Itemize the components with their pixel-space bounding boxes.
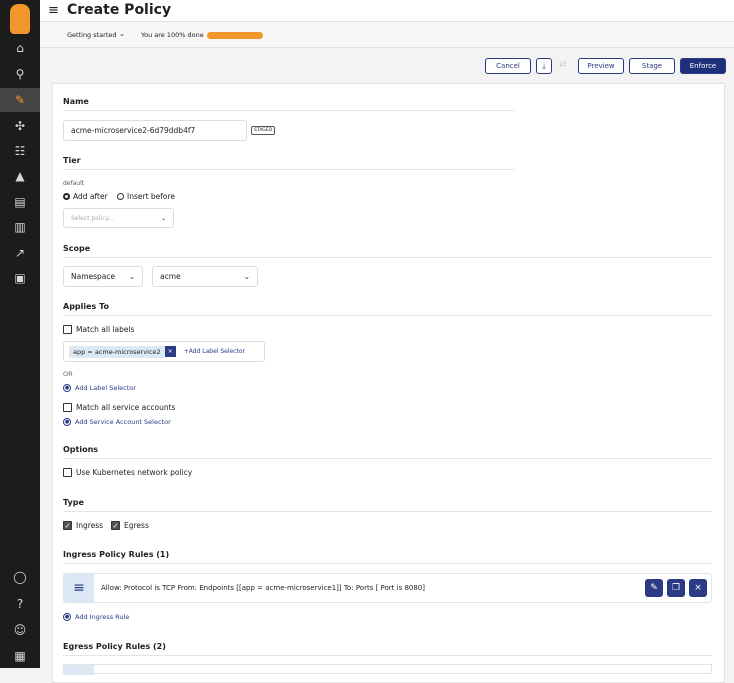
scope-heading: Scope [63, 244, 91, 253]
copy-rule-button[interactable]: ❐ [667, 579, 685, 597]
box-icon[interactable]: ▣ [0, 266, 40, 290]
ingress-rule-row[interactable]: ≡ Allow: Protocol is TCP From: Endpoints… [63, 573, 712, 603]
drag-handle-icon[interactable] [64, 665, 94, 675]
sidebar: ⌂ ⚲ ✎ ✣ ☷ ▲ ▤ ▥ ↗ ▣ ◯ ? ☺ ▦ [0, 0, 40, 668]
insert-before-radio[interactable] [117, 193, 124, 200]
trend-icon[interactable]: ↗ [0, 241, 40, 265]
network-icon[interactable]: ✣ [0, 114, 40, 138]
match-all-labels-label: Match all labels [76, 325, 135, 334]
plus-circle-icon: ● [63, 418, 71, 426]
applies-to-heading: Applies To [63, 302, 109, 311]
scope-type-dropdown[interactable]: Namespace ⌄ [63, 266, 143, 287]
plus-circle-icon: ● [63, 613, 71, 621]
clipboard-icon[interactable]: ▤ [0, 190, 40, 214]
use-k8s-label: Use Kubernetes network policy [76, 468, 193, 477]
egress-rule-row[interactable] [63, 664, 712, 675]
label-selector-box[interactable]: app = acme-microservice2 × +Add Label Se… [63, 341, 265, 362]
progress-bar [207, 32, 263, 39]
ingress-rule-text: Allow: Protocol is TCP From: Endpoints [… [101, 584, 425, 592]
progress-text: You are 100% done [141, 31, 204, 39]
graph-icon[interactable]: ⚲ [0, 62, 40, 86]
getting-started-dropdown[interactable]: Getting started [67, 31, 117, 39]
add-label-inline-link[interactable]: +Add Label Selector [184, 348, 245, 355]
home-icon[interactable]: ⌂ [0, 36, 40, 60]
add-label-selector-text: Add Label Selector [75, 384, 136, 392]
add-after-radio[interactable] [63, 193, 70, 200]
chart-icon[interactable]: ▥ [0, 215, 40, 239]
egress-checkbox[interactable]: ✓ [111, 521, 120, 530]
menu-icon[interactable]: ≡ [48, 3, 59, 18]
match-all-sa-checkbox[interactable] [63, 403, 72, 412]
add-label-selector-link[interactable]: ● Add Label Selector [63, 384, 136, 392]
add-sa-selector-text: Add Service Account Selector [75, 418, 171, 426]
add-ingress-rule-link[interactable]: ● Add Ingress Rule [63, 613, 129, 621]
chevron-down-icon: ⌄ [243, 272, 250, 281]
ingress-heading: Ingress Policy Rules (1) [63, 550, 170, 559]
namespace-dropdown[interactable]: acme ⌄ [152, 266, 258, 287]
scope-type-value: Namespace [71, 272, 116, 281]
chevron-down-icon: ⌄ [160, 214, 166, 222]
options-heading: Options [63, 445, 99, 454]
cancel-button[interactable]: Cancel [485, 58, 531, 74]
egress-heading: Egress Policy Rules (2) [63, 642, 166, 651]
chat-icon[interactable]: ◯ [0, 565, 40, 589]
ingress-label: Ingress [76, 521, 104, 530]
remove-chip-icon[interactable]: × [164, 346, 176, 357]
stats-icon[interactable]: ▦ [0, 644, 40, 668]
subheader: Getting started ⌄ You are 100% done [40, 22, 734, 48]
insert-before-label: Insert before [127, 192, 176, 201]
or-label: OR [63, 370, 73, 378]
page-title: Create Policy [67, 2, 172, 18]
match-all-sa-label: Match all service accounts [76, 403, 176, 412]
name-value: acme-microservice2-6d79ddb4f7 [71, 126, 196, 135]
label-chip: app = acme-microservice2 [69, 345, 165, 358]
type-heading: Type [63, 498, 84, 507]
egress-label: Egress [124, 521, 149, 530]
edit-rule-button[interactable]: ✎ [645, 579, 663, 597]
help-icon[interactable]: ? [0, 592, 40, 616]
use-k8s-checkbox[interactable] [63, 468, 72, 477]
match-all-labels-checkbox[interactable] [63, 325, 72, 334]
logo-icon [10, 4, 30, 34]
add-ingress-rule-text: Add Ingress Rule [75, 613, 130, 621]
hierarchy-icon[interactable]: ☷ [0, 139, 40, 163]
header: ≡ Create Policy [40, 0, 734, 22]
namespace-value: acme [160, 272, 181, 281]
tier-heading: Tier [63, 156, 81, 165]
select-policy-placeholder: Select policy... [71, 214, 114, 222]
policy-icon[interactable]: ✎ [0, 88, 40, 112]
stage-button[interactable]: Stage [629, 58, 675, 74]
swap-icon: ⇄ [559, 60, 567, 70]
select-policy-dropdown[interactable]: Select policy... ⌄ [63, 208, 174, 228]
staged-badge: STAGED [251, 126, 276, 135]
chevron-down-icon[interactable]: ⌄ [119, 30, 125, 38]
ingress-checkbox[interactable]: ✓ [63, 521, 72, 530]
download-button[interactable]: ⤓ [536, 58, 552, 74]
tier-value: default [63, 180, 85, 187]
add-sa-selector-link[interactable]: ● Add Service Account Selector [63, 418, 171, 426]
delete-rule-button[interactable]: × [689, 579, 707, 597]
chevron-down-icon: ⌄ [128, 272, 135, 281]
name-input[interactable]: acme-microservice2-6d79ddb4f7 [63, 120, 247, 141]
add-after-label: Add after [73, 192, 108, 201]
plus-circle-icon: ● [63, 384, 71, 392]
nodes-icon[interactable]: ▲ [0, 164, 40, 188]
users-icon[interactable]: ☺ [0, 618, 40, 642]
preview-button[interactable]: Preview [578, 58, 624, 74]
enforce-button[interactable]: Enforce [680, 58, 726, 74]
drag-handle-icon[interactable]: ≡ [64, 574, 94, 602]
name-heading: Name [63, 97, 89, 106]
